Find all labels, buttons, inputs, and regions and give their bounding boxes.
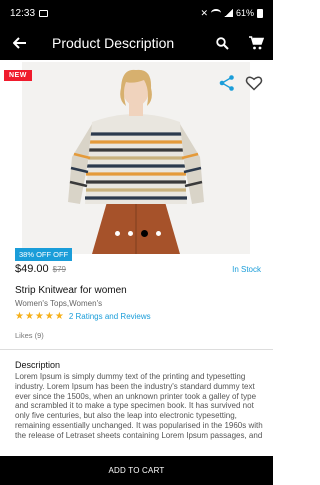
original-price: $79 — [52, 265, 67, 274]
new-badge: NEW — [4, 70, 32, 81]
share-button[interactable] — [218, 74, 236, 92]
description-title: Description — [15, 360, 61, 370]
signal-icon — [223, 9, 233, 17]
image-notification-icon — [39, 9, 49, 17]
star-rating-icon: ★★★★★ — [15, 311, 65, 322]
description-body: Lorem Ipsum is simply dummy text of the … — [15, 372, 263, 440]
stock-status: In Stock — [232, 265, 261, 274]
back-arrow-icon — [13, 37, 26, 49]
rating-row[interactable]: ★★★★★ 2 Ratings and Reviews — [15, 311, 151, 322]
status-time: 12:33 — [10, 7, 36, 19]
ratings-reviews-link[interactable]: 2 Ratings and Reviews — [69, 312, 151, 321]
price: $49.00 — [15, 263, 49, 275]
likes-count: Likes (9) — [15, 331, 44, 340]
cart-button[interactable] — [239, 26, 273, 60]
mute-icon: ✕ — [200, 7, 208, 18]
battery-icon — [257, 8, 263, 18]
battery-percent: 61% — [235, 8, 254, 18]
heart-icon — [245, 76, 263, 91]
cart-icon — [248, 36, 264, 50]
product-name: Strip Knitwear for women — [15, 285, 127, 296]
carousel-dot[interactable] — [141, 230, 148, 237]
share-icon — [219, 75, 234, 91]
favorite-button[interactable] — [245, 74, 263, 92]
carousel-dot[interactable] — [156, 231, 161, 236]
carousel-indicator — [115, 230, 161, 237]
page-title: Product Description — [52, 35, 175, 51]
carousel-dot[interactable] — [115, 231, 120, 236]
product-image[interactable] — [22, 62, 250, 254]
status-bar: 12:33 ✕ 61% — [0, 0, 273, 26]
carousel-dot[interactable] — [128, 231, 133, 236]
back-button[interactable] — [0, 26, 40, 60]
divider — [0, 349, 273, 350]
product-category: Women's Tops,Women's — [15, 299, 103, 308]
discount-badge: 38% OFF OFF — [15, 248, 73, 261]
price-row: $49.00 $79 In Stock — [15, 263, 261, 275]
search-button[interactable] — [205, 26, 239, 60]
wifi-icon — [210, 9, 221, 17]
search-icon — [215, 36, 229, 50]
app-bar: Product Description — [0, 26, 273, 60]
add-to-cart-button[interactable]: ADD TO CART — [0, 456, 273, 485]
product-photo — [22, 62, 250, 254]
